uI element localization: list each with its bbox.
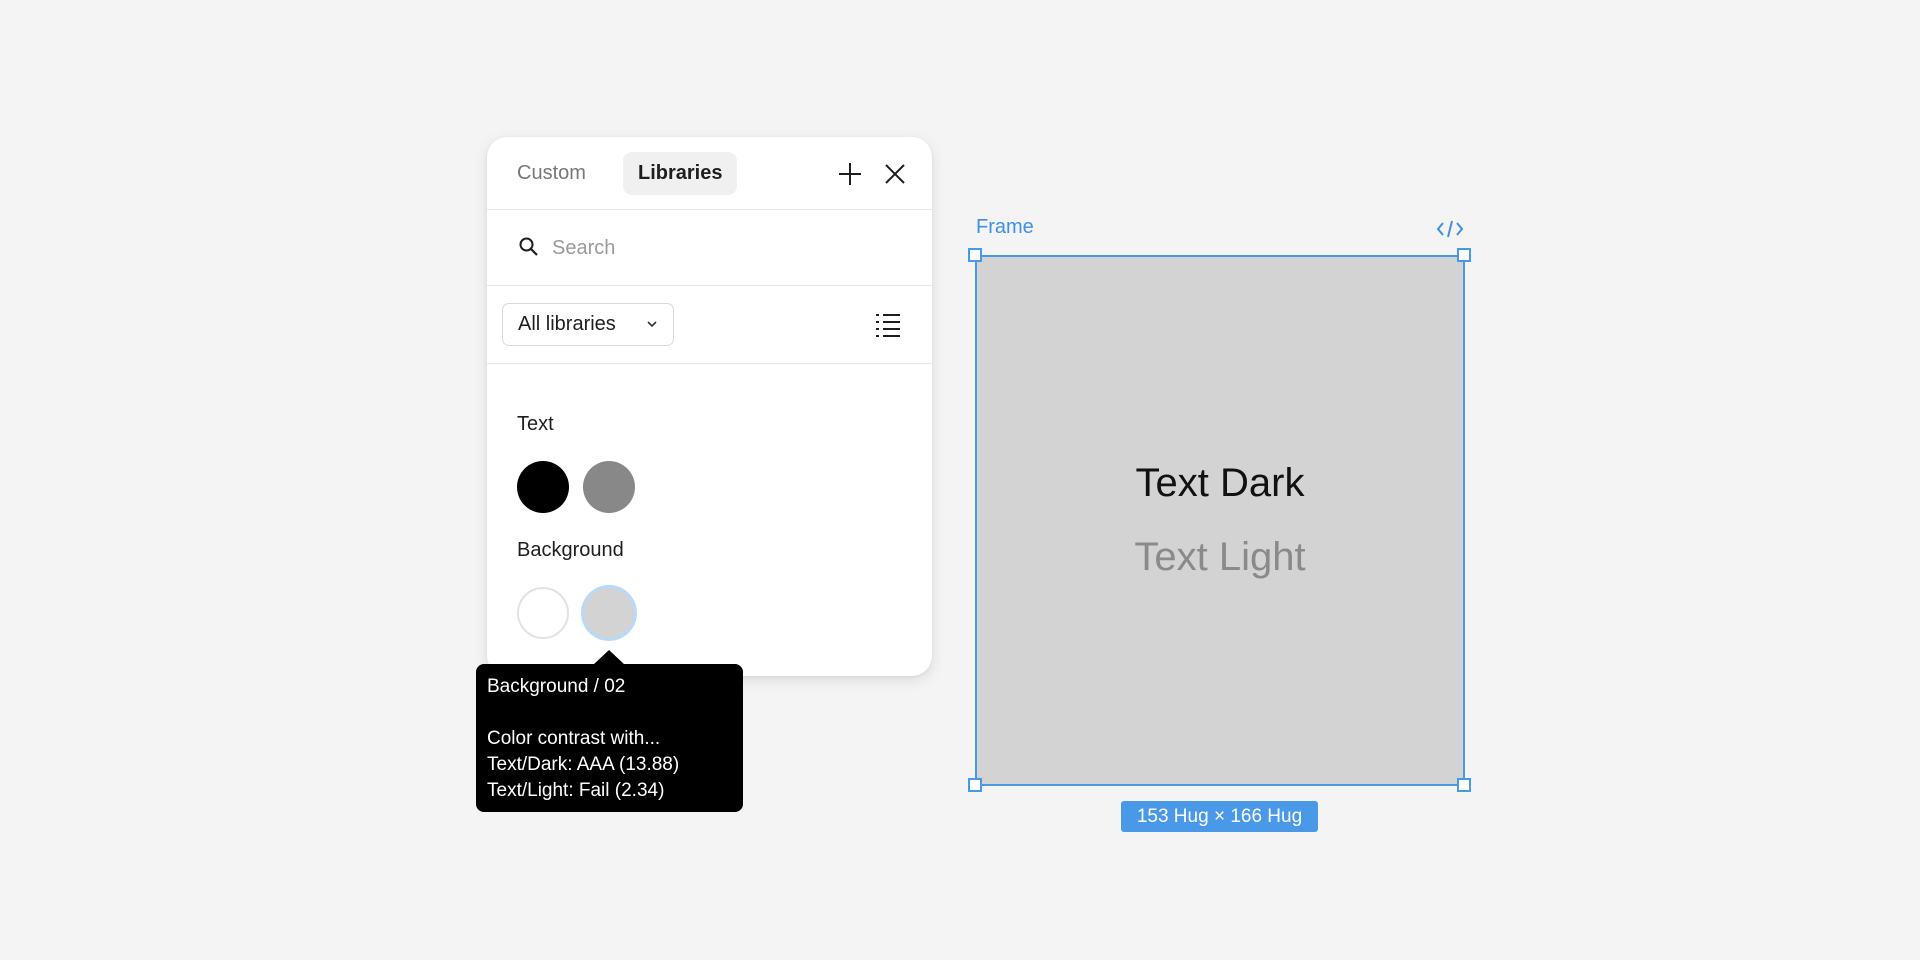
list-view-button[interactable] bbox=[873, 310, 903, 340]
swatch-text-light[interactable] bbox=[583, 461, 635, 513]
tooltip-arrow bbox=[593, 650, 625, 665]
frame-text-dark[interactable]: Text Dark bbox=[977, 461, 1463, 506]
frame-name-label[interactable]: Frame bbox=[976, 216, 1034, 239]
library-select-label: All libraries bbox=[518, 313, 616, 335]
resize-handle-bottom-left[interactable] bbox=[968, 778, 982, 792]
close-icon bbox=[885, 164, 905, 184]
close-button[interactable] bbox=[880, 159, 910, 189]
color-contrast-tooltip: Background / 02 Color contrast with... T… bbox=[476, 664, 743, 812]
swatch-text-dark[interactable] bbox=[517, 461, 569, 513]
swatch-background-02[interactable] bbox=[581, 585, 637, 641]
resize-handle-top-left[interactable] bbox=[968, 248, 982, 262]
tooltip-contrast-heading: Color contrast with... bbox=[487, 728, 661, 749]
plus-icon bbox=[839, 163, 861, 185]
code-icon[interactable] bbox=[1436, 218, 1464, 240]
frame-text-light[interactable]: Text Light bbox=[977, 535, 1463, 580]
size-badge: 153 Hug × 166 Hug bbox=[1121, 801, 1318, 832]
tab-custom[interactable]: Custom bbox=[502, 152, 601, 195]
library-select[interactable]: All libraries bbox=[502, 303, 674, 346]
tooltip-contrast-dark: Text/Dark: AAA (13.88) bbox=[487, 754, 680, 775]
chevron-down-icon bbox=[646, 304, 658, 361]
tooltip-title: Background / 02 bbox=[487, 676, 626, 697]
panel-header: Custom Libraries bbox=[487, 137, 932, 210]
tab-libraries[interactable]: Libraries bbox=[623, 152, 738, 195]
search-input[interactable] bbox=[552, 228, 892, 268]
tooltip-contrast-light: Text/Light: Fail (2.34) bbox=[487, 780, 665, 801]
add-button[interactable] bbox=[835, 159, 865, 189]
filter-row: All libraries bbox=[487, 286, 932, 364]
resize-handle-top-right[interactable] bbox=[1457, 248, 1471, 262]
tooltip-spacer bbox=[487, 700, 732, 726]
search-icon bbox=[519, 237, 538, 256]
swatch-background-01[interactable] bbox=[517, 587, 569, 639]
search-bar bbox=[487, 210, 932, 286]
selected-frame[interactable]: Text Dark Text Light bbox=[975, 255, 1465, 786]
list-view-icon bbox=[876, 314, 900, 337]
resize-handle-bottom-right[interactable] bbox=[1457, 778, 1471, 792]
